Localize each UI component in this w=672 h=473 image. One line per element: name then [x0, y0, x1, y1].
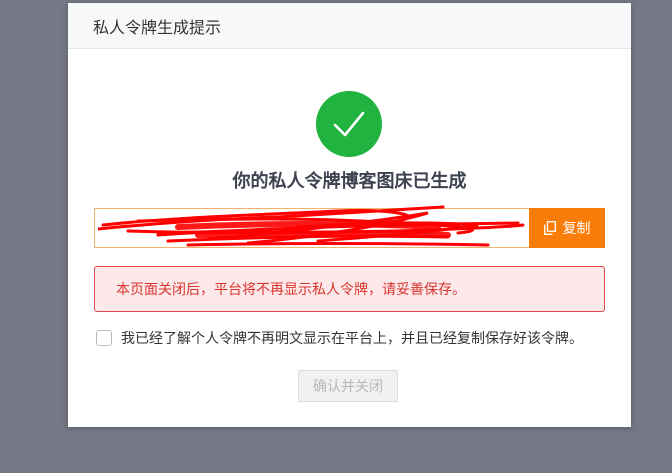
success-headline: 你的私人令牌博客图床已生成 — [232, 171, 467, 192]
confirm-row: 我已经了解个人令牌不再明文显示在平台上，并且已经复制保存好该令牌。 — [96, 328, 583, 348]
confirm-label[interactable]: 我已经了解个人令牌不再明文显示在平台上，并且已经复制保存好该令牌。 — [121, 328, 583, 348]
warning-alert: 本页面关闭后，平台将不再显示私人令牌，请妥善保存。 — [94, 266, 605, 312]
dialog-title: 私人令牌生成提示 — [93, 17, 222, 37]
token-field-group: 复制 — [94, 208, 605, 248]
copy-button[interactable]: 复制 — [529, 208, 605, 248]
check-circle-icon — [316, 91, 382, 157]
dialog-header: 私人令牌生成提示 — [68, 3, 631, 49]
copy-button-label: 复制 — [562, 221, 591, 237]
token-input[interactable] — [94, 208, 529, 248]
token-dialog: 私人令牌生成提示 你的私人令牌博客图床已生成 复制 本页面关闭后，平台将不再显示… — [68, 3, 631, 427]
confirm-checkbox[interactable] — [96, 330, 112, 346]
copy-icon — [543, 221, 556, 235]
confirm-close-button[interactable]: 确认并关闭 — [298, 370, 398, 402]
